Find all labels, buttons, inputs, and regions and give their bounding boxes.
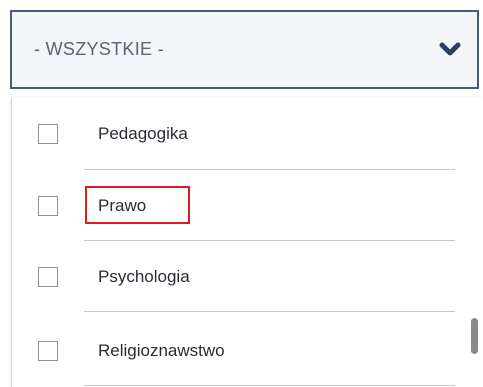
checkbox[interactable] [38,341,58,361]
divider [84,311,455,312]
option-label: Prawo [98,196,147,215]
chevron-down-icon[interactable] [439,42,461,58]
option-label: Psychologia [98,267,190,286]
divider [84,169,455,170]
dropdown-list: Pedagogika Prawo Psychologia Religioznaw… [11,97,483,387]
list-item[interactable]: Religioznawstwo [12,319,457,383]
list-item[interactable]: Psychologia [12,245,457,309]
category-select[interactable]: - WSZYSTKIE - [10,10,479,89]
divider [84,385,455,386]
select-value: - WSZYSTKIE - [34,39,164,59]
list-item[interactable]: Pedagogika [12,102,457,166]
checkbox[interactable] [38,124,58,144]
checkbox[interactable] [38,267,58,287]
option-label: Religioznawstwo [98,341,225,360]
scrollbar[interactable] [467,97,483,387]
list-item[interactable]: Prawo [12,174,457,238]
divider [84,240,455,241]
checkbox[interactable] [38,196,58,216]
scrollbar-thumb[interactable] [471,318,478,354]
option-label: Pedagogika [98,124,188,143]
page: - WSZYSTKIE - Pedagogika Prawo Psycholog… [0,0,483,387]
